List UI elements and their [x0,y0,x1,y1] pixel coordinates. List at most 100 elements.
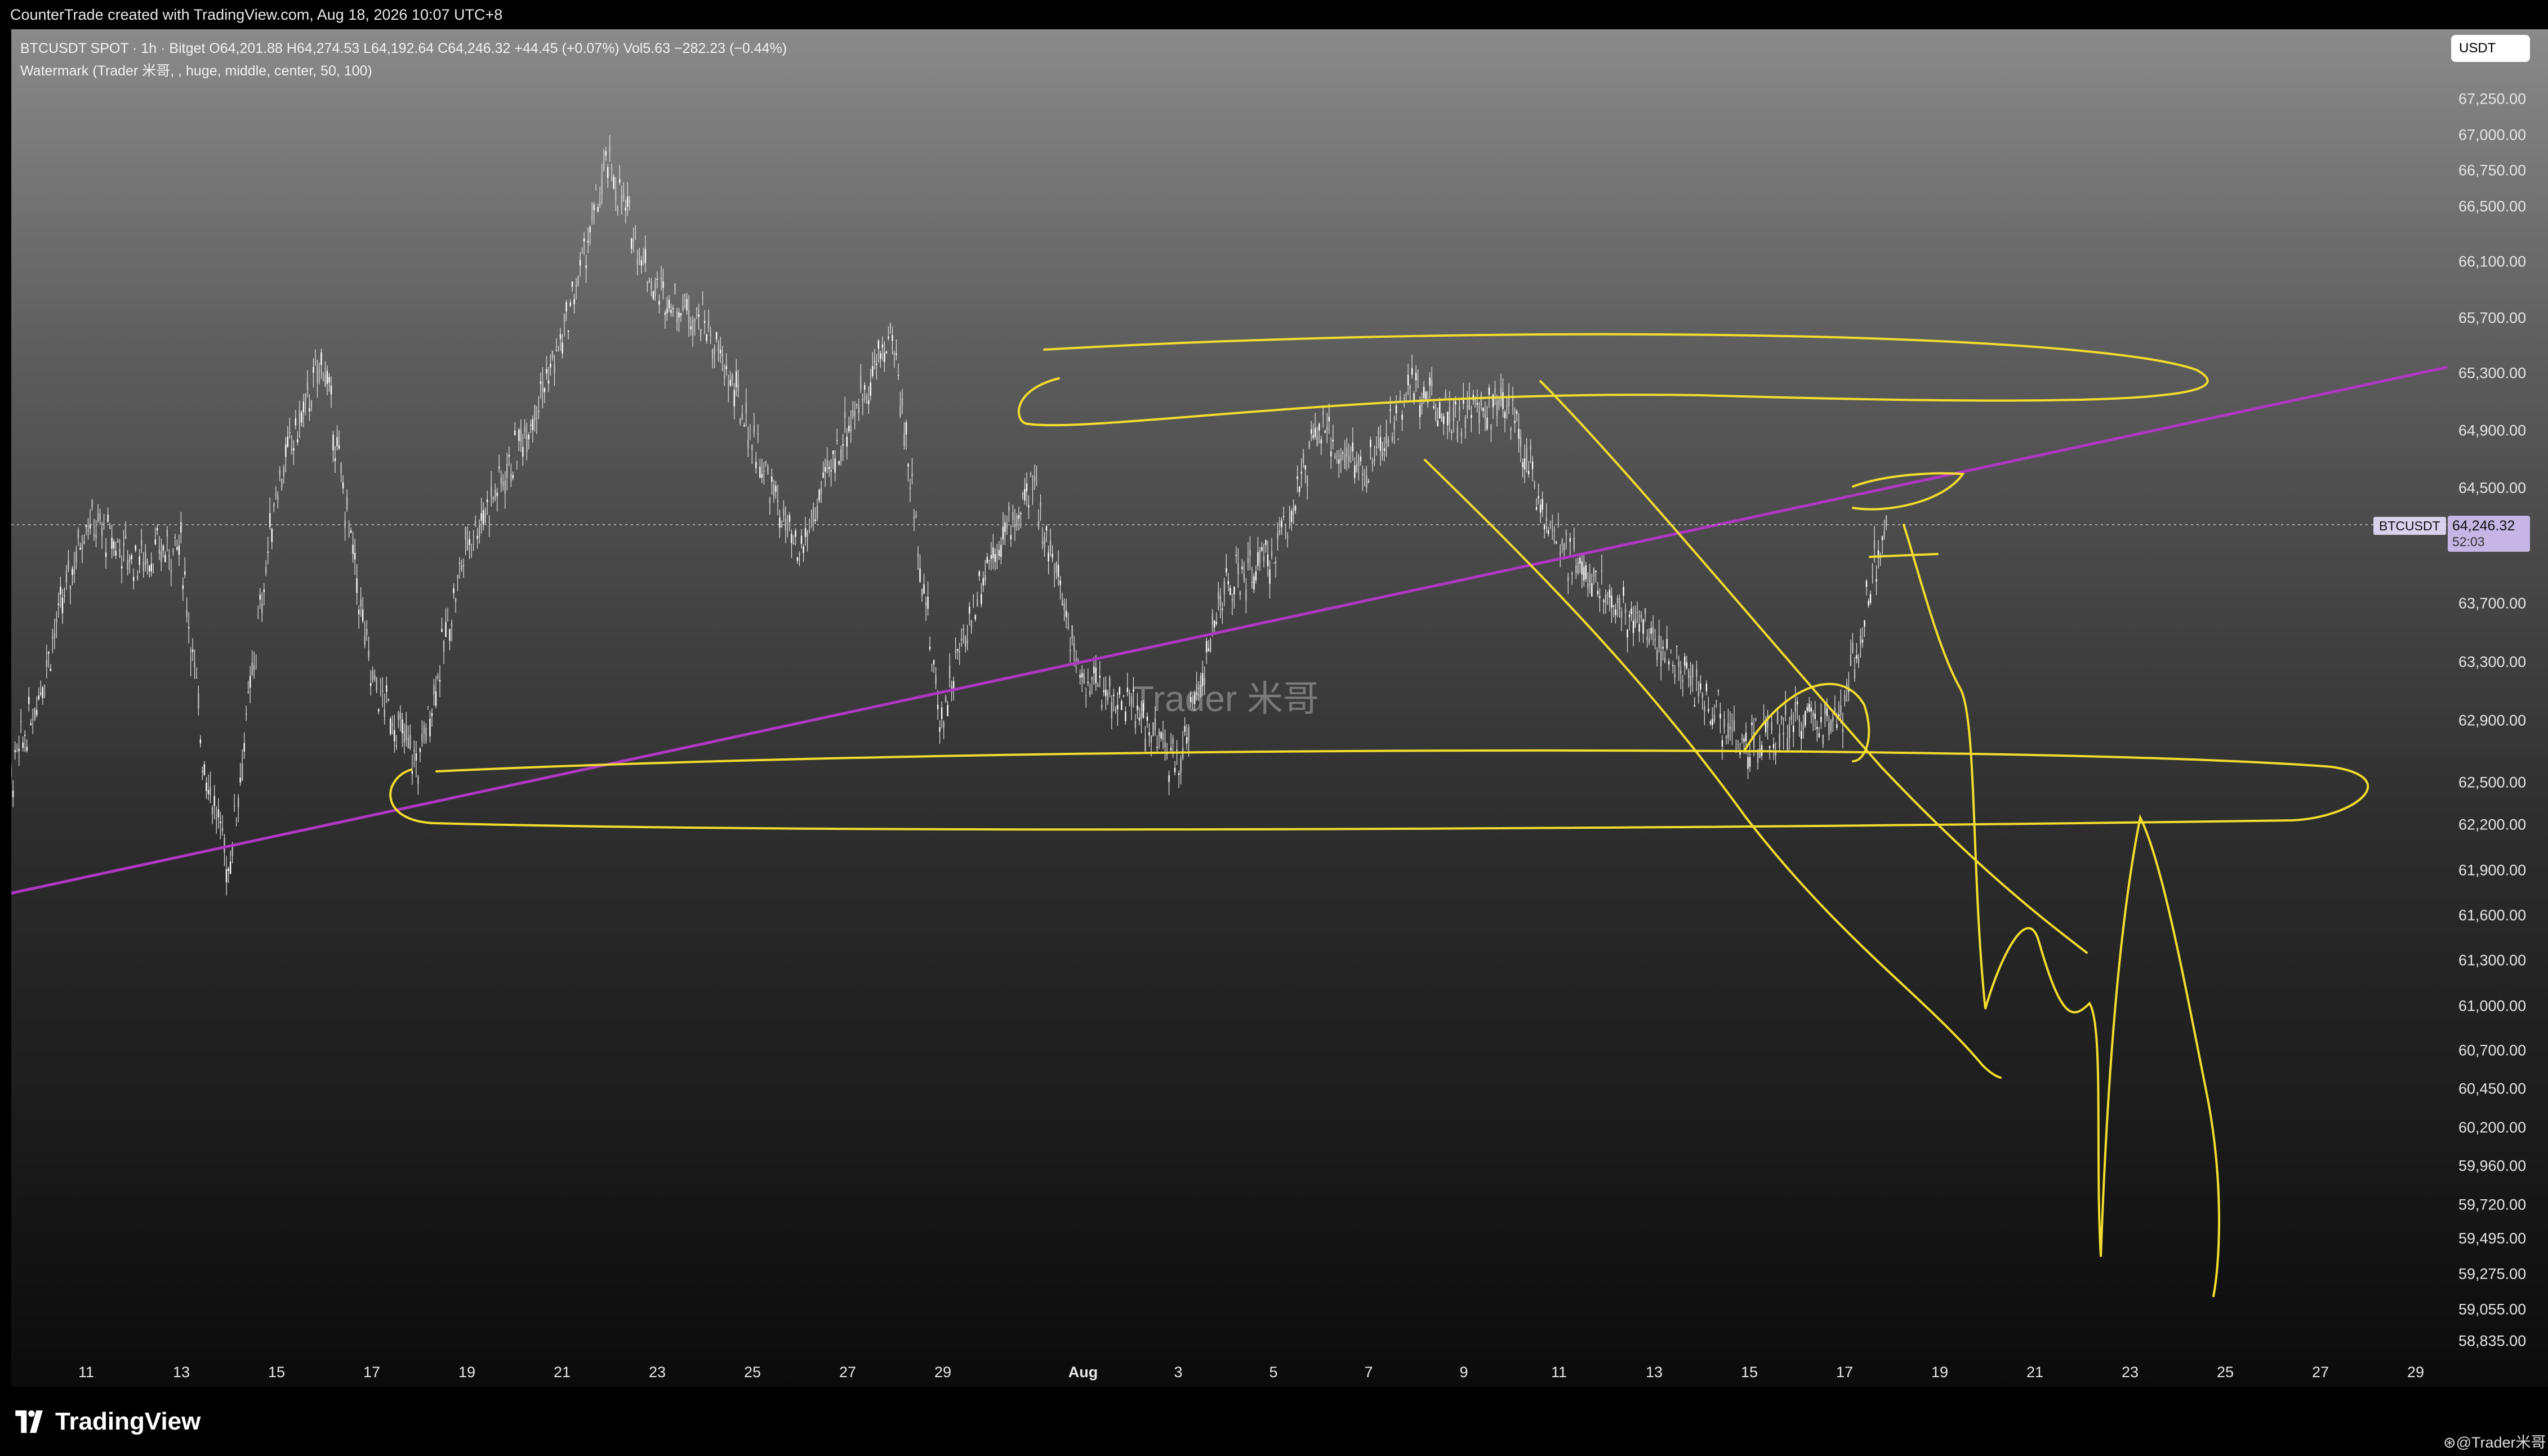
candle-body [249,676,251,688]
candle-body [542,381,544,394]
channel-lower-line[interactable] [1424,459,2002,1079]
projected-path[interactable] [1903,524,2220,1297]
candle-body [1712,718,1713,725]
candle-body [1125,711,1126,721]
candle-body [1415,373,1417,381]
tradingview-logo[interactable]: TradingView [12,1408,201,1436]
candle-body [1413,393,1415,400]
candle-body [95,534,97,538]
candle-body [28,696,30,704]
candle-body [461,565,462,570]
candle-body [929,646,931,649]
candle-body [40,693,42,695]
candle-body [457,575,458,578]
candle-body [277,495,279,500]
candle-body [1111,702,1113,718]
candle-body [969,606,970,614]
candle-body [1417,378,1419,380]
support-ellipse[interactable] [389,749,2369,831]
candle-body [1429,377,1431,386]
candle-body [1306,475,1308,486]
candle-body [1259,550,1261,563]
candle-body [966,641,968,644]
candle-body [302,401,305,413]
candle-body [981,594,982,604]
drawing-annotations[interactable] [389,333,2369,1297]
candle-body [403,731,406,743]
candle-body [119,548,121,557]
candle-body [524,426,526,433]
candle-body [1367,481,1370,483]
candle-body [1271,551,1273,556]
price-axis-label: 58,835.00 [2458,1332,2527,1350]
candle-body [180,522,182,533]
candle-body [800,535,803,544]
price-axis[interactable] [2447,29,2548,1387]
candle-body [832,450,834,454]
candle-body [310,400,313,408]
candle-body [804,528,807,537]
candle-body [757,433,759,435]
time-axis-label: 17 [1836,1364,1854,1381]
candle-body [858,405,859,413]
consolidation-ellipse[interactable] [1744,682,1870,762]
channel-upper-line[interactable] [1539,380,2088,954]
candle-body [1721,740,1723,747]
candle-body [617,206,618,211]
candle-body [1692,665,1694,677]
candle-body [18,748,20,752]
symbol-legend[interactable]: BTCUSDT SPOT · 1h · Bitget O64,201.88 H6… [20,41,787,57]
watermark-legend[interactable]: Watermark (Trader 米哥, , huge, middle, ce… [20,60,372,80]
candle-body [1881,536,1883,541]
candle-body [534,405,536,421]
currency-button[interactable]: USDT [2451,35,2530,62]
candle-body [1524,458,1526,470]
price-axis-label: 61,900.00 [2458,861,2527,879]
candle-body [941,707,943,719]
candle-body [1326,426,1328,431]
candle-body [271,528,273,542]
candle-body [1674,673,1676,678]
time-axis-label: 27 [2311,1364,2329,1381]
candle-body [1583,567,1585,581]
candle-body [893,352,896,355]
candle-body [554,365,555,373]
candle-body [1865,580,1868,587]
candle-body [1018,515,1020,519]
candle-body [747,439,749,449]
resistance-ellipse[interactable] [1017,333,2209,427]
candle-body [1729,726,1731,730]
candle-body [207,790,210,794]
candle-body [923,584,925,594]
candle-body [309,408,310,412]
candle-body [1634,618,1636,627]
candle-body [516,461,518,462]
candle-body [285,444,287,457]
candle-body [562,342,563,354]
candle-body [168,555,170,557]
candle-body [826,460,828,466]
candle-body [1237,563,1239,575]
candle-body [1037,521,1040,528]
candle-body [1876,579,1877,582]
candle-body [787,529,789,530]
candle-body [629,199,630,204]
candle-body [753,425,755,435]
time-axis-label: 15 [268,1364,286,1381]
candle-body [1664,658,1666,663]
candle-body [1498,399,1500,406]
candle-body [1656,650,1658,660]
candle-body [603,161,605,169]
candle-body [330,385,332,395]
candle-body [714,347,715,354]
candle-body [1872,576,1873,577]
candle-body [1282,516,1285,517]
purple-trendline[interactable] [11,365,2447,897]
candle-body [1375,447,1378,448]
candle-body [195,677,198,678]
candle-body [1688,671,1690,678]
time-axis-label: 17 [363,1364,381,1381]
candle-body [1545,517,1547,521]
candle-body [73,566,75,574]
time-axis-label: 15 [1740,1364,1758,1381]
